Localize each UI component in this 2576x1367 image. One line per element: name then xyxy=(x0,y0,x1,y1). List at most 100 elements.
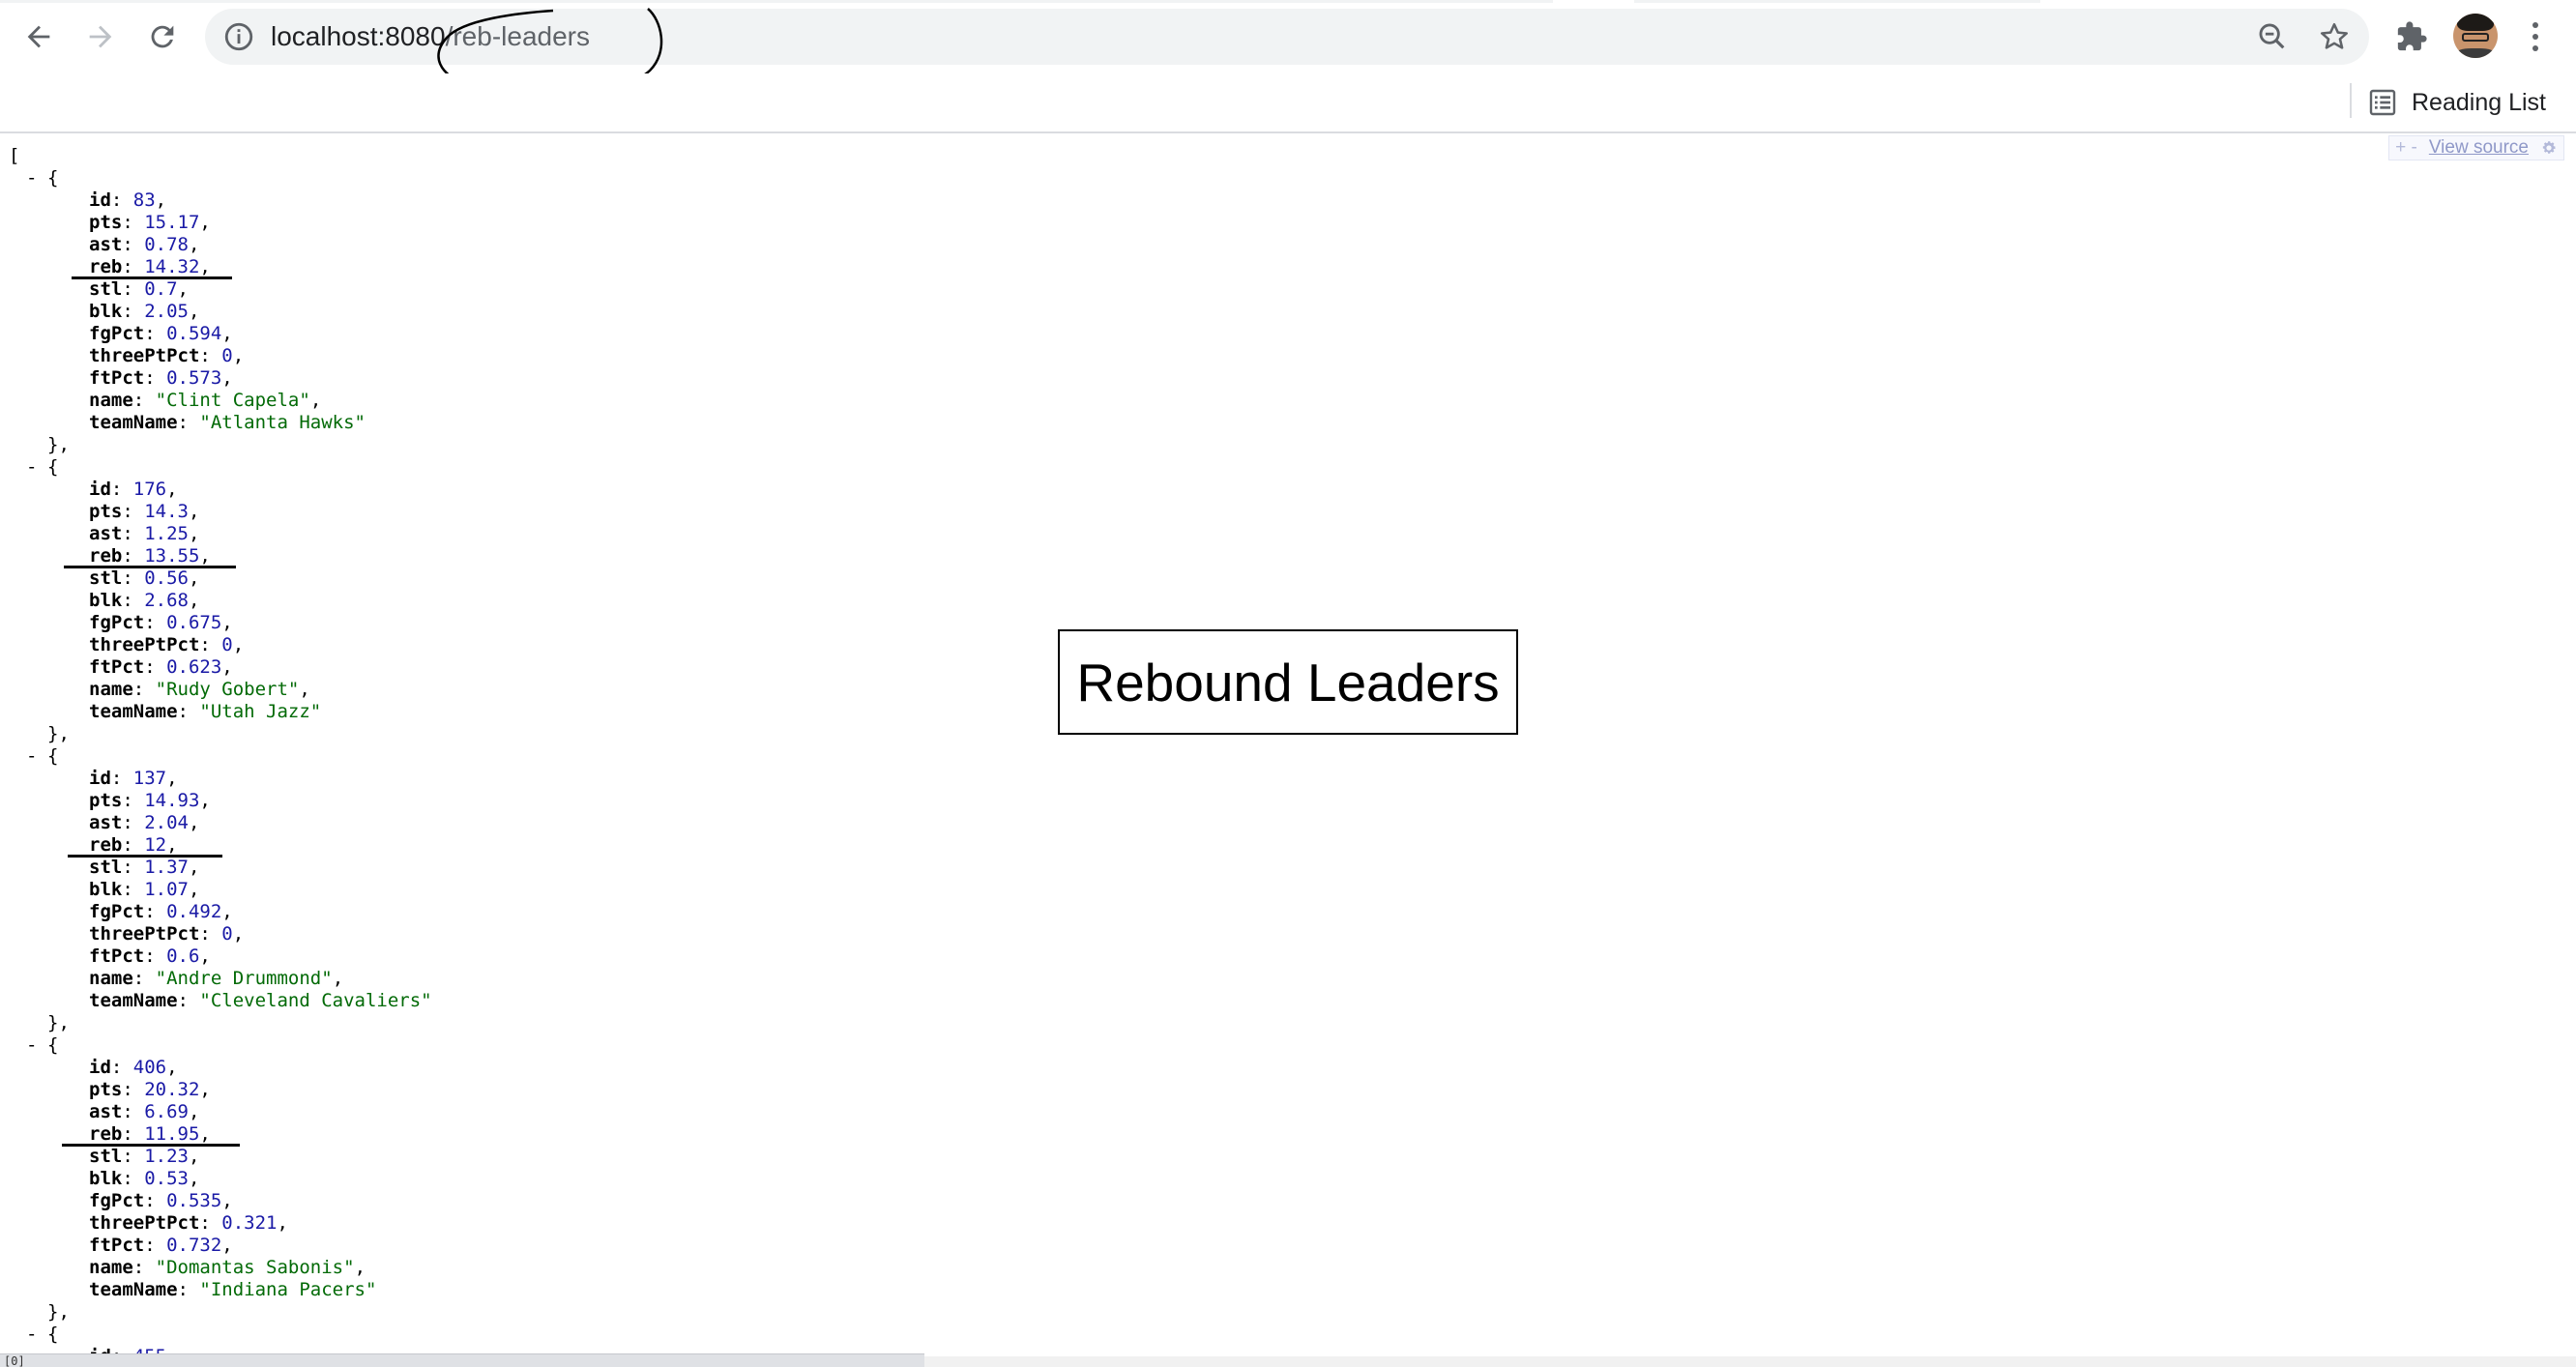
json-key: stl xyxy=(89,857,123,878)
json-value: 0.56 xyxy=(144,567,189,589)
avatar-hair xyxy=(2457,14,2494,31)
json-key: id xyxy=(89,768,111,789)
json-key: threePtPct xyxy=(89,345,200,366)
back-button[interactable] xyxy=(14,12,64,62)
json-value: 0 xyxy=(221,634,233,655)
zoom-button[interactable] xyxy=(2248,9,2297,65)
json-key: reb xyxy=(89,834,123,856)
json-key: ftPct xyxy=(89,656,145,678)
json-key: ftPct xyxy=(89,945,145,967)
json-open-brace: { xyxy=(47,1323,59,1345)
json-key: pts xyxy=(89,1079,123,1100)
json-value: 0.321 xyxy=(221,1212,278,1234)
json-value: 0.675 xyxy=(166,612,222,633)
reading-list-button[interactable]: Reading List xyxy=(2367,80,2546,125)
json-value: 83 xyxy=(132,189,156,211)
json-value: 6.69 xyxy=(144,1101,189,1122)
view-source-link[interactable]: View source xyxy=(2429,137,2529,159)
menu-dot-icon xyxy=(2532,45,2538,51)
back-arrow-icon xyxy=(27,25,50,48)
horizontal-scrollbar[interactable] xyxy=(924,1356,2576,1367)
json-value: 0.573 xyxy=(166,367,222,389)
json-value: 13.55 xyxy=(144,545,200,567)
puzzle-icon xyxy=(2397,21,2427,51)
json-key: name xyxy=(89,1257,133,1278)
json-value: 0.78 xyxy=(144,234,189,255)
collapse-toggle[interactable]: - xyxy=(26,1323,37,1346)
json-key: pts xyxy=(89,790,123,811)
json-open-brace: { xyxy=(47,1034,59,1056)
view-source-bar: + - View source xyxy=(2388,135,2564,160)
json-value: 1.37 xyxy=(144,857,189,878)
json-key: reb xyxy=(89,256,123,277)
json-key: teamName xyxy=(89,412,178,433)
json-key: threePtPct xyxy=(89,923,200,945)
json-key: ast xyxy=(89,1101,123,1122)
json-key: stl xyxy=(89,1146,123,1167)
json-key: stl xyxy=(89,278,123,300)
collapse-toggle-all[interactable]: + - xyxy=(2395,137,2417,159)
collapse-toggle[interactable]: - xyxy=(26,745,37,768)
json-open-brace: { xyxy=(47,745,59,767)
gear-icon[interactable] xyxy=(2540,139,2558,157)
json-key: fgPct xyxy=(89,1190,145,1211)
avatar-glasses xyxy=(2462,33,2489,42)
json-key: reb xyxy=(89,1123,123,1145)
json-key: pts xyxy=(89,212,123,233)
forward-button[interactable] xyxy=(75,12,126,62)
json-value: 137 xyxy=(132,768,167,789)
json-key: blk xyxy=(89,1168,123,1189)
collapse-toggle[interactable]: - xyxy=(26,456,37,479)
json-key: name xyxy=(89,679,133,700)
json-key: id xyxy=(89,479,111,500)
reload-icon xyxy=(151,25,174,48)
json-key: teamName xyxy=(89,1279,178,1300)
json-key: name xyxy=(89,968,133,989)
json-close-brace: }, xyxy=(47,1301,70,1323)
json-value: "Utah Jazz" xyxy=(199,701,322,722)
json-key: id xyxy=(89,189,111,211)
json-key: fgPct xyxy=(89,901,145,922)
json-value: 0.7 xyxy=(144,278,178,300)
json-value: "Indiana Pacers" xyxy=(199,1279,377,1300)
json-value: 2.05 xyxy=(144,301,189,322)
menu-dot-icon xyxy=(2532,22,2538,28)
json-value: 12 xyxy=(144,834,167,856)
json-value: 14.32 xyxy=(144,256,200,277)
browser-menu-button[interactable] xyxy=(2516,14,2555,60)
page-title: Rebound Leaders xyxy=(1076,652,1500,713)
json-value: 2.04 xyxy=(144,812,189,833)
collapse-toggle[interactable]: - xyxy=(26,1034,37,1057)
json-open-brace: { xyxy=(47,167,59,189)
json-value: 20.32 xyxy=(144,1079,200,1100)
json-key: reb xyxy=(89,545,123,567)
bookmarks-bar: Reading List xyxy=(0,73,2576,133)
json-value: 0.732 xyxy=(166,1235,222,1256)
page-title-box: Rebound Leaders xyxy=(1058,629,1518,735)
address-bar[interactable]: localhost:8080/reb-leaders xyxy=(205,8,2369,97)
json-value: "Atlanta Hawks" xyxy=(199,412,366,433)
extensions-button[interactable] xyxy=(2386,12,2437,62)
json-key: threePtPct xyxy=(89,1212,200,1234)
json-key: ast xyxy=(89,812,123,833)
json-value: "Domantas Sabonis" xyxy=(155,1257,355,1278)
json-key: name xyxy=(89,390,133,411)
json-value: 0.535 xyxy=(166,1190,222,1211)
profile-avatar[interactable] xyxy=(2453,14,2498,58)
json-value: 14.3 xyxy=(144,501,189,522)
bookmark-star-button[interactable] xyxy=(2310,9,2358,65)
json-key: teamName xyxy=(89,990,178,1011)
reload-button[interactable] xyxy=(137,12,188,62)
json-viewer: [ -{id: 83, pts: 15.17, ast: 0.78, reb: 14.… xyxy=(0,135,2576,1367)
json-value: "Cleveland Cavaliers" xyxy=(199,990,432,1011)
reading-list-icon xyxy=(2369,89,2396,116)
json-value: 0.594 xyxy=(166,323,222,344)
bookmarks-divider xyxy=(2350,83,2352,118)
json-value: "Clint Capela" xyxy=(155,390,310,411)
json-value: 406 xyxy=(132,1057,167,1078)
json-key: fgPct xyxy=(89,323,145,344)
site-info-icon[interactable] xyxy=(222,20,255,53)
avatar-shirt xyxy=(2455,48,2496,58)
json-key: threePtPct xyxy=(89,634,200,655)
collapse-toggle[interactable]: - xyxy=(26,167,37,189)
